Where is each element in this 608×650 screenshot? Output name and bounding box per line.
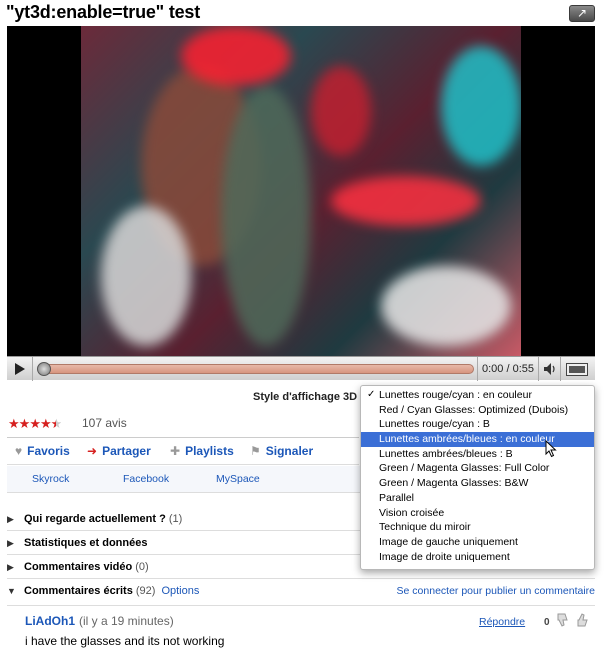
play-icon (15, 363, 25, 375)
speaker-icon (544, 363, 555, 375)
title-bar: "yt3d:enable=true" test ↗ (0, 0, 608, 26)
seek-handle[interactable] (37, 362, 51, 376)
section-video-comments-count: (0) (135, 561, 149, 573)
dropdown-option-label: Vision croisée (379, 506, 445, 519)
comment-score: 0 (544, 617, 550, 628)
seek-bar[interactable] (37, 362, 474, 376)
mouse-cursor-icon (545, 440, 557, 458)
triangle-right-icon: ▶ (7, 562, 14, 572)
player-size-icon (566, 363, 588, 376)
dropdown-option[interactable]: Red / Cyan Glasses: Optimized (Dubois) (361, 403, 594, 418)
comment-author-link[interactable]: LiAdOh1 (25, 614, 75, 628)
star-rating[interactable]: ★★★★★ (8, 416, 63, 432)
thumbs-up-icon[interactable] (575, 612, 591, 628)
display-style-dropdown[interactable]: ✓ Lunettes rouge/cyan : en couleur Red / … (360, 385, 595, 570)
dropdown-option-label: Parallel (379, 491, 415, 504)
heart-icon: ♥ (15, 444, 23, 458)
comment-options-link[interactable]: Options (161, 585, 199, 597)
play-button[interactable] (7, 357, 33, 381)
dropdown-option-label: Lunettes rouge/cyan : B (379, 418, 490, 431)
playlists-label: Playlists (185, 444, 234, 458)
section-written-comments-count: (92) (135, 585, 156, 597)
flag-icon: ⚑ (250, 444, 261, 458)
star-icon: ★ (29, 416, 41, 431)
section-written-comments-title: Commentaires écrits (24, 585, 133, 597)
dropdown-option[interactable]: Lunettes rouge/cyan : B (361, 417, 594, 432)
volume-button[interactable] (539, 357, 561, 381)
comment-text: i have the glasses and its not working (25, 634, 225, 648)
section-watching-count: (1) (168, 513, 183, 525)
share-button[interactable]: ➜ Partager (87, 444, 151, 458)
comment-time: (il y a 19 minutes) (79, 614, 174, 628)
dropdown-option[interactable]: ✓ Lunettes rouge/cyan : en couleur (361, 388, 594, 403)
section-video-comments-title: Commentaires vidéo (24, 561, 133, 573)
half-star-icon: ★ (50, 416, 63, 431)
dropdown-option-label: Lunettes rouge/cyan : en couleur (379, 389, 532, 401)
review-count: 107 avis (82, 416, 127, 430)
share-skyrock-link[interactable]: Skyrock (32, 473, 69, 485)
dropdown-option-label: Image de droite uniquement (379, 550, 510, 563)
favorites-button[interactable]: ♥ Favoris (15, 444, 70, 458)
flag-label: Signaler (265, 444, 314, 458)
dropdown-option[interactable]: Vision croisée (361, 506, 594, 521)
flag-button[interactable]: ⚑ Signaler (250, 444, 313, 458)
triangle-down-icon: ▼ (7, 586, 16, 596)
arrow-up-right-icon: ↗ (576, 6, 588, 20)
dropdown-option[interactable]: Green / Magenta Glasses: Full Color (361, 461, 594, 476)
favorites-label: Favoris (27, 444, 70, 458)
arrow-right-icon: ➜ (87, 444, 98, 458)
expand-button[interactable]: ↗ (569, 5, 595, 22)
share-myspace-link[interactable]: MySpace (216, 473, 260, 485)
star-icon: ★ (18, 416, 31, 431)
reply-link[interactable]: Répondre (479, 616, 525, 628)
video-image (81, 26, 521, 356)
triangle-right-icon: ▶ (7, 514, 14, 524)
dropdown-option-label: Technique du miroir (379, 521, 471, 534)
dropdown-option[interactable]: Green / Magenta Glasses: B&W (361, 476, 594, 491)
video-title: "yt3d:enable=true" test (6, 2, 201, 22)
playlists-button[interactable]: ✚ Playlists (170, 444, 234, 458)
dropdown-option-label: Green / Magenta Glasses: B&W (379, 477, 529, 490)
display-style-label: Style d'affichage 3D (253, 391, 358, 403)
dropdown-option[interactable]: Lunettes ambrées/bleues : B (361, 447, 594, 462)
checkmark-icon: ✓ (367, 389, 376, 400)
thumbs-down-icon[interactable] (555, 612, 571, 628)
dropdown-option-label: Lunettes ambrées/bleues : B (379, 447, 513, 460)
dropdown-option-highlighted[interactable]: Lunettes ambrées/bleues : en couleur (361, 432, 594, 447)
star-icon: ★ (8, 416, 20, 431)
time-display: 0:00 / 0:55 (477, 357, 539, 381)
signin-to-comment-link[interactable]: Se connecter pour publier un commentaire (397, 585, 595, 597)
player-size-button[interactable] (561, 357, 595, 381)
dropdown-option[interactable]: Parallel (361, 491, 594, 506)
share-label: Partager (102, 444, 151, 458)
plus-icon: ✚ (170, 444, 181, 458)
star-icon: ★ (39, 416, 52, 431)
video-frame[interactable] (7, 26, 595, 356)
dropdown-option[interactable]: Image de droite uniquement (361, 550, 594, 565)
dropdown-option-label: Green / Magenta Glasses: Full Color (379, 462, 550, 475)
dropdown-option-label: Lunettes ambrées/bleues : en couleur (379, 433, 555, 446)
dropdown-option[interactable]: Technique du miroir (361, 520, 594, 535)
triangle-right-icon: ▶ (7, 538, 14, 548)
section-written-comments[interactable]: ▼ Commentaires écrits (92) Options Se con… (7, 580, 595, 603)
share-facebook-link[interactable]: Facebook (123, 473, 169, 485)
action-bar: ♥ Favoris ➜ Partager ✚ Playlists ⚑ Signaler (7, 437, 359, 465)
section-stats-title: Statistiques et données (24, 537, 148, 549)
comment-item: LiAdOh1 (il y a 19 minutes) Répondre 0 i … (7, 605, 595, 650)
dropdown-option-label: Image de gauche uniquement (379, 535, 518, 548)
section-watching-title: Qui regarde actuellement ? (24, 513, 166, 525)
dropdown-option[interactable]: Image de gauche uniquement (361, 535, 594, 550)
video-player: 0:00 / 0:55 (7, 26, 595, 381)
player-controls: 0:00 / 0:55 (7, 356, 595, 381)
dropdown-option-label: Red / Cyan Glasses: Optimized (Dubois) (379, 403, 569, 416)
